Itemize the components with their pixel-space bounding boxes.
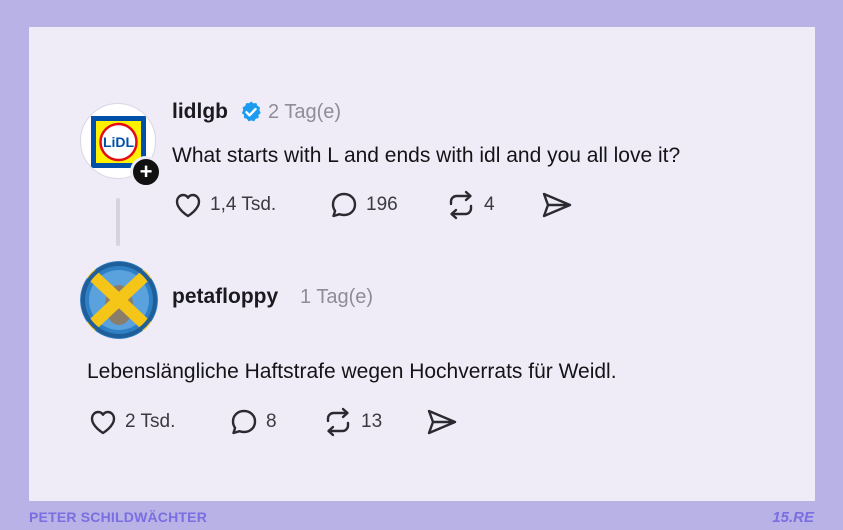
post-share-button[interactable] — [540, 188, 574, 222]
reply-share-button[interactable] — [425, 405, 459, 439]
heart-icon — [175, 193, 201, 218]
post-repost-button[interactable]: 4 — [444, 188, 495, 222]
post-reply-count: 196 — [366, 194, 398, 215]
reply-reply-button[interactable]: 8 — [228, 405, 277, 439]
comment-icon — [331, 192, 357, 218]
post-text: What starts with L and ends with idl and… — [172, 144, 681, 167]
svg-text:LiDL: LiDL — [103, 134, 135, 150]
reply-reply-count: 8 — [266, 411, 277, 432]
post-timestamp: 2 Tag(e) — [268, 101, 342, 123]
heart-icon — [90, 410, 116, 435]
reply-repost-button[interactable]: 13 — [321, 405, 382, 439]
reply-repost-count: 13 — [361, 411, 383, 432]
post-username[interactable]: lidlgb — [172, 100, 228, 124]
follow-plus-button[interactable]: + — [130, 156, 162, 188]
post-reply-button[interactable]: 196 — [328, 188, 398, 222]
post-like-button[interactable]: 1,4 Tsd. — [172, 188, 276, 222]
author-credit: PETER SCHILDWÄCHTER — [29, 509, 208, 525]
thread-connector-line — [116, 198, 120, 246]
repost-icon — [326, 407, 350, 437]
petafloppy-avatar[interactable] — [80, 261, 158, 339]
send-icon — [542, 192, 572, 218]
reply-like-count: 2 Tsd. — [125, 411, 176, 432]
comment-icon — [231, 409, 257, 435]
repost-icon — [449, 190, 473, 220]
post-repost-count: 4 — [484, 194, 495, 215]
verified-badge-icon — [241, 101, 261, 122]
reply-text: Lebenslängliche Haftstrafe wegen Hochver… — [87, 360, 617, 383]
post-like-count: 1,4 Tsd. — [210, 194, 277, 215]
send-icon — [427, 409, 457, 435]
reply-username[interactable]: petafloppy — [172, 285, 278, 309]
reply-like-button[interactable]: 2 Tsd. — [87, 405, 175, 439]
reply-timestamp: 1 Tag(e) — [300, 286, 374, 308]
saltire-portrait-icon — [80, 261, 158, 339]
source-credit: 15.RE — [772, 509, 814, 526]
